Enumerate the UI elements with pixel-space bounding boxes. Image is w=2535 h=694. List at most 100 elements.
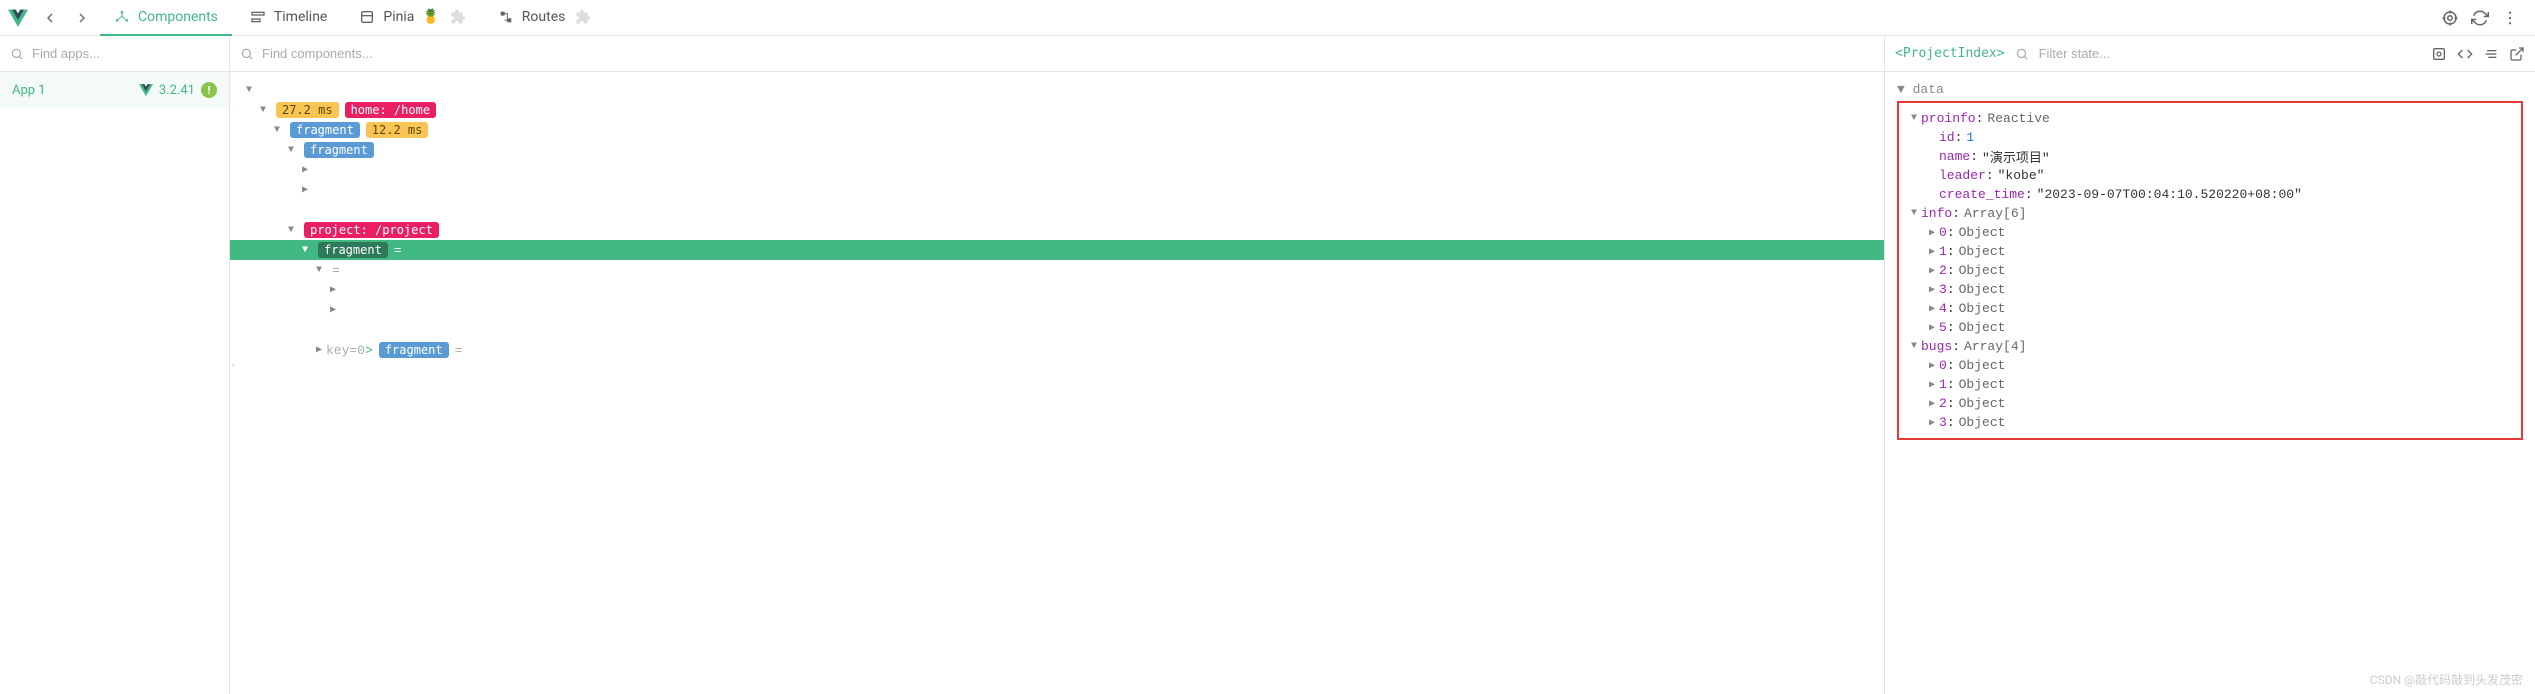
expand-arrow-icon[interactable]: ▼ <box>242 85 256 96</box>
tree-node[interactable]: ▼= <box>230 260 1884 280</box>
expand-arrow-icon[interactable]: ▼ <box>1907 208 1921 219</box>
state-row[interactable]: ▼bugs:Array[4] <box>1907 337 2513 356</box>
nav-back-button[interactable] <box>36 4 64 32</box>
tree-node[interactable] <box>230 200 1884 220</box>
expand-arrow-icon[interactable]: ▶ <box>1925 417 1939 429</box>
state-value: Reactive <box>1987 111 2049 126</box>
tree-node[interactable]: ▶ <box>230 280 1884 300</box>
state-key: 2 <box>1939 396 1947 411</box>
tree-node[interactable]: ▼ <box>230 80 1884 100</box>
expand-arrow-icon[interactable]: ▶ <box>1925 360 1939 372</box>
state-row[interactable]: ▶1:Object <box>1907 242 2513 261</box>
target-icon[interactable] <box>2441 9 2459 27</box>
tree-node[interactable]: ▼fragment12.2 ms <box>230 120 1884 140</box>
app-list-item[interactable]: App 1 3.2.41 ! <box>0 72 229 108</box>
tree-node[interactable]: ▼ 27.2 ms home: /home <box>230 100 1884 120</box>
search-icon <box>240 47 254 61</box>
expand-arrow-icon[interactable]: ▼ <box>1907 341 1921 352</box>
expand-arrow-icon[interactable]: ▶ <box>1925 265 1939 277</box>
panel-collapse-handle[interactable]: ‹ <box>229 345 237 385</box>
components-search-input[interactable] <box>262 46 1874 61</box>
state-section-header[interactable]: ▼ data <box>1897 82 2523 97</box>
state-row[interactable]: ▶0:Object <box>1907 356 2513 375</box>
expand-arrow-icon[interactable]: ▶ <box>298 184 312 196</box>
more-icon[interactable] <box>2501 9 2519 27</box>
list-icon[interactable] <box>2483 46 2499 62</box>
app-name: App 1 <box>12 83 46 98</box>
expand-arrow-icon[interactable]: ▶ <box>1925 398 1939 410</box>
expand-arrow-icon[interactable]: ▶ <box>1925 379 1939 391</box>
search-icon <box>10 47 24 61</box>
tree-node[interactable]: ▶key=0>fragment= <box>230 340 1884 360</box>
tree-node[interactable]: ▼fragment <box>230 140 1884 160</box>
state-row[interactable]: ▶0:Object <box>1907 223 2513 242</box>
tab-components[interactable]: Components <box>100 0 232 36</box>
inspected-component-name: <ProjectIndex> <box>1895 46 2005 61</box>
state-value: Array[4] <box>1964 339 2026 354</box>
state-value: Object <box>1959 225 2006 240</box>
refresh-icon[interactable] <box>2471 9 2489 27</box>
tab-label: Timeline <box>274 9 327 25</box>
csdn-watermark: CSDN @敲代码敲到头发茂密 <box>2370 671 2523 688</box>
badge: 27.2 ms <box>276 102 339 118</box>
tab-label: Pinia <box>383 9 414 25</box>
scroll-to-icon[interactable] <box>2431 46 2447 62</box>
state-row[interactable]: leader:"kobe" <box>1907 166 2513 185</box>
tab-routes[interactable]: Routes <box>484 0 606 36</box>
tree-node[interactable]: ▶ <box>230 300 1884 320</box>
state-row[interactable]: ▶2:Object <box>1907 394 2513 413</box>
expand-arrow-icon[interactable]: ▼ <box>1907 113 1921 124</box>
nav-forward-button[interactable] <box>68 4 96 32</box>
state-row[interactable]: ▶3:Object <box>1907 280 2513 299</box>
state-row[interactable]: ▼info:Array[6] <box>1907 204 2513 223</box>
state-key: name <box>1939 149 1970 164</box>
state-value: "kobe" <box>1998 168 2045 183</box>
tree-node[interactable] <box>230 320 1884 340</box>
tree-node[interactable]: ▶ <box>230 160 1884 180</box>
state-row[interactable]: ▶3:Object <box>1907 413 2513 432</box>
expand-arrow-icon[interactable]: ▶ <box>1925 227 1939 239</box>
expand-arrow-icon[interactable]: ▼ <box>284 145 298 156</box>
expand-arrow-icon[interactable]: ▶ <box>1925 246 1939 258</box>
state-value: Object <box>1959 377 2006 392</box>
expand-arrow-icon[interactable]: ▼ <box>270 125 284 136</box>
equals-indicator: = <box>394 243 402 258</box>
expand-arrow-icon[interactable]: ▼ <box>284 225 298 236</box>
tab-pinia[interactable]: Pinia 🍍 <box>345 0 479 36</box>
state-row[interactable]: ▶5:Object <box>1907 318 2513 337</box>
tree-node[interactable]: ▼ fragment = <box>230 240 1884 260</box>
state-row[interactable]: ▶2:Object <box>1907 261 2513 280</box>
badge: fragment <box>318 242 388 258</box>
expand-arrow-icon[interactable]: ▶ <box>326 304 340 316</box>
expand-arrow-icon[interactable]: ▶ <box>326 284 340 296</box>
expand-arrow-icon[interactable]: ▼ <box>298 245 312 256</box>
code-icon[interactable] <box>2457 46 2473 62</box>
search-icon <box>2015 47 2029 61</box>
badge: home: /home <box>345 102 436 118</box>
expand-arrow-icon[interactable]: ▶ <box>1925 284 1939 296</box>
state-row[interactable]: ▶4:Object <box>1907 299 2513 318</box>
expand-arrow-icon[interactable]: ▶ <box>298 164 312 176</box>
state-row[interactable]: ▼proinfo:Reactive <box>1907 109 2513 128</box>
warning-badge[interactable]: ! <box>201 82 217 98</box>
state-row[interactable]: create_time:"2023-09-07T00:04:10.520220+… <box>1907 185 2513 204</box>
state-filter-input[interactable] <box>2039 46 2421 61</box>
tree-node[interactable]: ▼project: /project <box>230 220 1884 240</box>
state-value: Object <box>1959 244 2006 259</box>
badge: 12.2 ms <box>366 122 429 138</box>
state-row[interactable]: id:1 <box>1907 128 2513 147</box>
expand-arrow-icon[interactable]: ▶ <box>1925 303 1939 315</box>
apps-search-input[interactable] <box>32 46 219 61</box>
expand-arrow-icon[interactable]: ▶ <box>1925 322 1939 334</box>
open-external-icon[interactable] <box>2509 46 2525 62</box>
expand-arrow-icon[interactable]: ▶ <box>312 344 326 356</box>
state-value: Object <box>1959 415 2006 430</box>
equals-indicator: = <box>332 263 340 278</box>
state-value: Object <box>1959 358 2006 373</box>
expand-arrow-icon[interactable]: ▼ <box>256 105 270 116</box>
state-row[interactable]: name:"演示项目" <box>1907 147 2513 166</box>
tree-node[interactable]: ▶ <box>230 180 1884 200</box>
expand-arrow-icon[interactable]: ▼ <box>312 265 326 276</box>
state-row[interactable]: ▶1:Object <box>1907 375 2513 394</box>
tab-timeline[interactable]: Timeline <box>236 0 341 36</box>
